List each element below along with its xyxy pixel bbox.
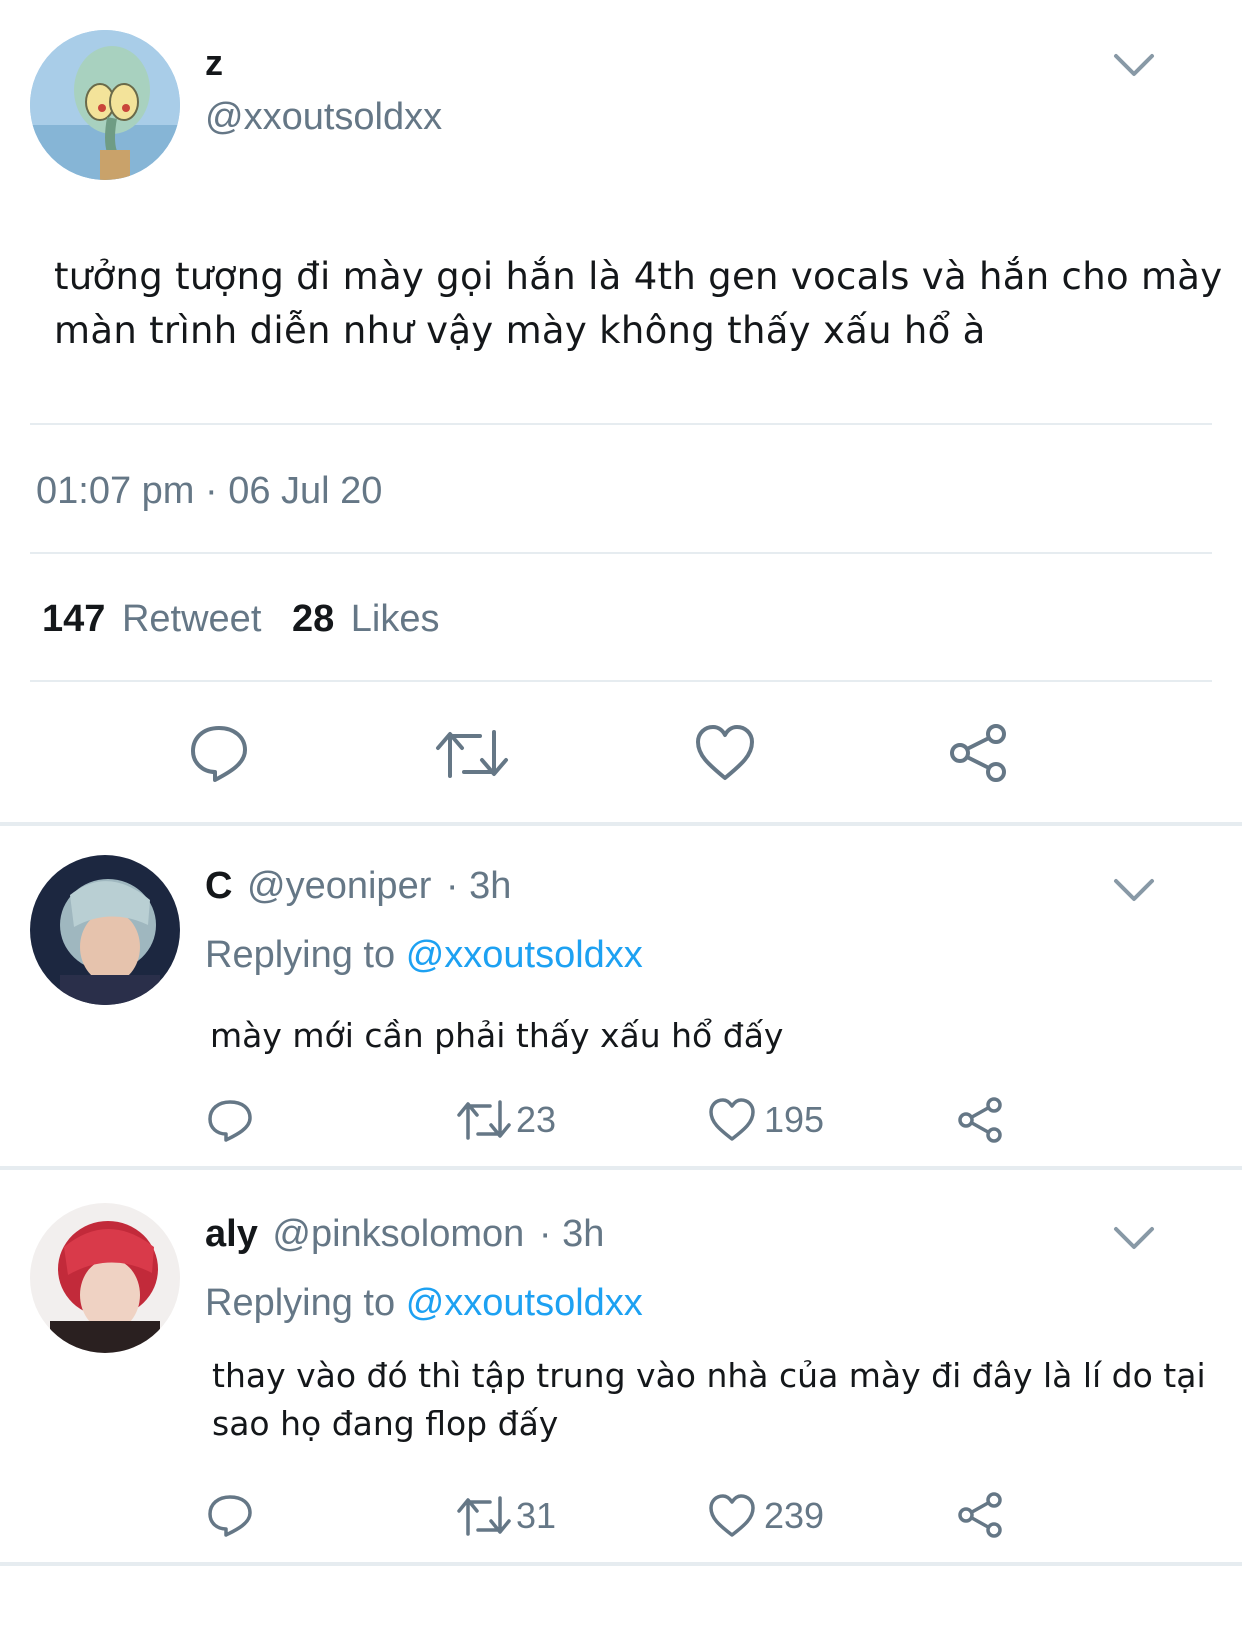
chevron-down-icon[interactable] xyxy=(1112,875,1156,905)
reply-time: · 3h xyxy=(538,1213,605,1255)
section-divider xyxy=(0,822,1242,826)
share-icon[interactable] xyxy=(946,722,1010,784)
reply-display-name[interactable]: C xyxy=(205,865,232,907)
share-icon[interactable] xyxy=(956,1096,1004,1144)
reply-avatar[interactable] xyxy=(30,855,180,1005)
retweet-label[interactable]: Retweet xyxy=(122,598,261,640)
replying-to-handle[interactable]: @xxoutsoldxx xyxy=(406,1282,643,1324)
reply-header: C @yeoniper · 3h xyxy=(205,865,511,908)
reply-like-count: 195 xyxy=(764,1099,825,1140)
reply-avatar[interactable] xyxy=(30,1203,180,1353)
replying-to-label: Replying to xyxy=(205,1282,396,1324)
divider xyxy=(30,680,1212,682)
section-divider xyxy=(0,1166,1242,1170)
retweet-icon[interactable] xyxy=(456,1098,512,1142)
replying-to: Replying to @xxoutsoldxx xyxy=(205,1282,643,1325)
reply-text-line: mày mới cần phải thấy xấu hổ đấy xyxy=(210,1016,784,1055)
chevron-down-icon[interactable] xyxy=(1112,50,1156,80)
replying-to-label: Replying to xyxy=(205,934,396,976)
heart-icon[interactable] xyxy=(708,1494,756,1538)
reply-time: · 3h xyxy=(445,865,512,907)
retweet-icon[interactable] xyxy=(456,1494,512,1538)
reply-retweet-count: 31 xyxy=(516,1495,557,1536)
reply-text: mày mới cần phải thấy xấu hổ đấy xyxy=(210,1012,783,1060)
reply-icon[interactable] xyxy=(206,1493,254,1539)
heart-icon[interactable] xyxy=(708,1098,756,1142)
reply-retweet-count: 23 xyxy=(516,1099,557,1140)
reply-header: aly @pinksolomon · 3h xyxy=(205,1213,604,1256)
section-divider xyxy=(0,1562,1242,1566)
heart-icon[interactable] xyxy=(694,724,756,782)
reply-text-line: thay vào đó thì tập trung vào nhà của mà… xyxy=(212,1356,1206,1395)
share-icon[interactable] xyxy=(956,1491,1004,1539)
tweet-timestamp[interactable]: 01:07 pm · 06 Jul 20 xyxy=(36,470,382,513)
author-display-name[interactable]: z xyxy=(205,42,223,84)
chevron-down-icon[interactable] xyxy=(1112,1223,1156,1253)
tweet-text: tưởng tượng đi mày gọi hắn là 4th gen vo… xyxy=(54,250,1222,358)
reply-handle[interactable]: @yeoniper xyxy=(247,865,431,907)
reply-text: thay vào đó thì tập trung vào nhà của mà… xyxy=(212,1352,1206,1448)
divider xyxy=(30,423,1212,425)
tweet-text-line: màn trình diễn như vậy mày không thấy xấ… xyxy=(54,309,986,352)
retweet-count[interactable]: 147 xyxy=(42,598,105,640)
like-count[interactable]: 28 xyxy=(292,598,334,640)
author-avatar[interactable] xyxy=(30,30,180,180)
reply-like-count: 239 xyxy=(764,1495,825,1536)
replying-to-handle[interactable]: @xxoutsoldxx xyxy=(406,934,643,976)
reply-handle[interactable]: @pinksolomon xyxy=(272,1213,524,1255)
replying-to: Replying to @xxoutsoldxx xyxy=(205,934,643,977)
reply-display-name[interactable]: aly xyxy=(205,1213,258,1255)
divider xyxy=(30,552,1212,554)
reply-text-line: sao họ đang flop đấy xyxy=(212,1404,559,1443)
like-label[interactable]: Likes xyxy=(351,598,440,640)
author-handle[interactable]: @xxoutsoldxx xyxy=(205,96,442,139)
tweet-stats: 147 Retweet 28 Likes xyxy=(42,598,440,641)
retweet-icon[interactable] xyxy=(434,726,510,782)
reply-icon[interactable] xyxy=(206,1098,254,1144)
tweet-text-line: tưởng tượng đi mày gọi hắn là 4th gen vo… xyxy=(54,255,1223,298)
reply-icon[interactable] xyxy=(188,722,250,784)
